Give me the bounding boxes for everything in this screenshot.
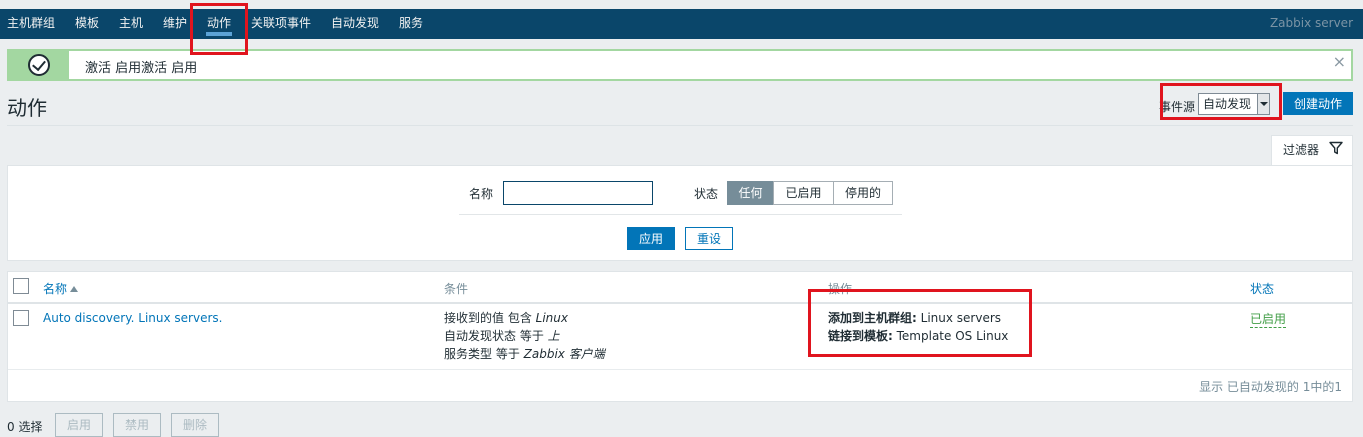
condition-value: Zabbix 客户端 [523, 347, 605, 361]
condition-line: 接收到的值 包含 Linux [444, 309, 605, 327]
reset-button[interactable]: 重设 [685, 227, 733, 250]
action-name-link[interactable]: Auto discovery. Linux servers. [43, 311, 222, 325]
highlight-box-nav [190, 3, 248, 55]
page-title: 动作 [7, 96, 47, 120]
status-option-any[interactable]: 任何 [727, 181, 774, 205]
table-row-conditions: 接收到的值 包含 Linux 自动发现状态 等于 上 服务类型 等于 Zabbi… [444, 309, 605, 363]
nav-item-discovery[interactable]: 自动发现 [331, 9, 379, 39]
select-all-checkbox[interactable] [13, 278, 29, 294]
condition-line: 服务类型 等于 Zabbix 客户端 [444, 345, 605, 363]
condition-value: Linux [535, 311, 568, 325]
message-text: 激活 启用激活 启用 [85, 61, 198, 76]
column-header-status[interactable]: 状态 [1250, 280, 1274, 297]
status-option-disabled[interactable]: 停用的 [833, 181, 893, 205]
create-action-button[interactable]: 创建动作 [1283, 92, 1353, 115]
sort-ascending-icon [70, 286, 79, 292]
nav-item-hosts[interactable]: 主机 [119, 9, 143, 39]
filter-tab[interactable]: 过滤器 [1271, 135, 1353, 166]
server-name: Zabbix server [1269, 16, 1353, 30]
check-circle-icon [28, 54, 50, 76]
message-icon-area [9, 51, 69, 79]
column-header-conditions: 条件 [444, 282, 469, 296]
enable-button[interactable]: 启用 [55, 413, 103, 437]
disable-button[interactable]: 禁用 [113, 413, 161, 437]
filter-panel: 名称 状态 任何 已启用 停用的 应用 重设 [7, 165, 1353, 261]
condition-text: 接收到的值 包含 [444, 311, 536, 325]
status-option-enabled[interactable]: 已启用 [773, 181, 834, 205]
column-header-name-label: 名称 [43, 282, 68, 296]
table-row-name[interactable]: Auto discovery. Linux servers. [43, 309, 222, 327]
nav-item-host-groups[interactable]: 主机群组 [7, 9, 55, 39]
nav-item-maintenance[interactable]: 维护 [163, 9, 187, 39]
row-divider [8, 369, 1352, 370]
selected-count: 0 选择 [7, 420, 43, 434]
status-badge[interactable]: 已启用 [1250, 310, 1287, 328]
condition-value: 上 [547, 329, 560, 343]
column-header-name[interactable]: 名称 [43, 280, 79, 297]
actions-table: 名称 条件 操作 状态 Auto discovery. Linux server… [7, 271, 1353, 402]
nav-item-correlation[interactable]: 关联项事件 [251, 9, 311, 39]
filter-tab-label: 过滤器 [1283, 143, 1320, 157]
delete-button[interactable]: 删除 [171, 413, 219, 437]
table-footer-count: 显示 已自动发现的 1中的1 [1199, 380, 1342, 394]
filter-status-label: 状态 [694, 187, 719, 201]
nav-item-services[interactable]: 服务 [399, 9, 423, 39]
highlight-box-event-source [1160, 83, 1282, 120]
highlight-box-operations [808, 289, 1032, 357]
funnel-icon [1329, 141, 1343, 155]
header-divider [7, 125, 1353, 126]
filter-name-label: 名称 [469, 187, 494, 201]
condition-line: 自动发现状态 等于 上 [444, 327, 605, 345]
condition-text: 自动发现状态 等于 [444, 329, 548, 343]
close-icon[interactable]: × [1333, 52, 1346, 71]
header-row-divider [8, 302, 1352, 304]
nav-item-templates[interactable]: 模板 [75, 9, 99, 39]
filter-divider [459, 214, 902, 215]
row-checkbox[interactable] [13, 310, 29, 326]
apply-button[interactable]: 应用 [627, 227, 675, 250]
filter-name-input[interactable] [503, 181, 653, 205]
condition-text: 服务类型 等于 [444, 347, 524, 361]
